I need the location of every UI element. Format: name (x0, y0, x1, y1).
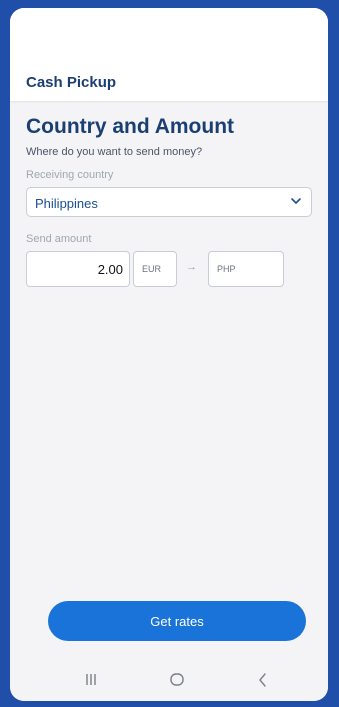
country-value: Philippines (35, 196, 98, 211)
page-heading: Country and Amount (26, 115, 235, 138)
app-bar: Cash Pickup (10, 58, 328, 101)
from-currency-select[interactable]: EUR (133, 251, 177, 287)
to-currency-field[interactable]: PHP (208, 251, 284, 287)
to-currency-code: PHP (217, 264, 236, 274)
system-nav-bar (10, 660, 328, 701)
recents-icon[interactable] (80, 670, 102, 690)
back-icon[interactable] (252, 670, 274, 690)
amount-row: 2.00 EUR → PHP (26, 251, 312, 287)
send-question: Where do you want to send money? (26, 146, 203, 158)
amount-label: Send amount (26, 233, 92, 245)
home-icon[interactable] (166, 670, 188, 690)
main-content: Country and Amount Where do you want to … (26, 112, 312, 287)
arrow-right-icon: → (186, 261, 197, 273)
chevron-down-icon (291, 198, 301, 204)
phone-screen: Cash Pickup Country and Amount Where do … (10, 8, 328, 701)
get-rates-button[interactable]: Get rates (48, 601, 306, 641)
from-currency-code: EUR (142, 264, 162, 274)
status-bar (10, 8, 328, 58)
app-title: Cash Pickup (26, 74, 117, 91)
country-label: Receiving country (26, 169, 114, 181)
send-amount-input[interactable]: 2.00 (26, 251, 130, 287)
send-amount-value: 2.00 (97, 262, 123, 277)
country-select[interactable]: Philippines (26, 187, 312, 217)
